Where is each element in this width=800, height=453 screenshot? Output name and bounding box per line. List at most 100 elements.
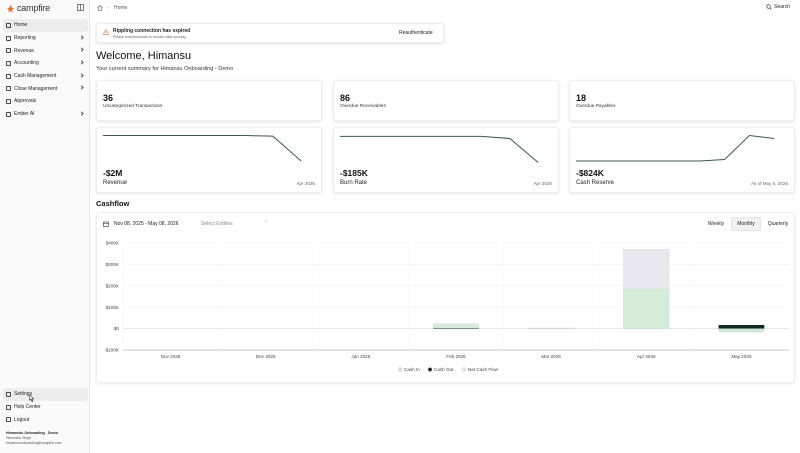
ember-ai-icon <box>6 111 11 117</box>
sidebar-item-close-management[interactable]: Close Management <box>3 82 88 95</box>
chevron-right-icon <box>79 47 84 52</box>
sidebar-item-label: Accounting <box>14 60 39 67</box>
reauthenticate-button[interactable]: Reauthenticate <box>399 30 433 36</box>
legend-label[interactable]: Net Cash Flow <box>468 367 499 372</box>
metric-date: As of May 6, 2026 <box>750 181 788 186</box>
sidebar: campfire Home Reporting Revenue Accounting C… <box>0 0 90 453</box>
metric-label: Burn Rate <box>340 180 368 186</box>
home-icon[interactable] <box>97 5 103 11</box>
sidebar-item-settings[interactable]: Settings <box>3 388 88 401</box>
sidebar-item-reporting[interactable]: Reporting <box>3 32 88 45</box>
legend-swatch <box>427 367 433 372</box>
rippling-alert: Rippling connection has expired Please r… <box>96 23 444 43</box>
sidebar-item-label: Ember AI <box>14 111 35 118</box>
sidebar-item-logout[interactable]: Logout <box>3 414 88 427</box>
cashflow-chart: $400K $300K $200K $100K $0 -$100K Nov 2025 Dec … <box>104 241 789 372</box>
select-chevron-icon[interactable]: ⌃ <box>264 220 268 226</box>
page-title: Welcome, Himansu <box>96 50 192 62</box>
net-cash-flow-bar[interactable] <box>718 325 765 329</box>
sidebar-item-cash-management[interactable]: Cash Management <box>3 70 88 83</box>
help-center-icon <box>6 404 11 410</box>
trend-line <box>102 135 302 162</box>
breadcrumb-home[interactable]: Home <box>114 5 127 11</box>
sidebar-nav: Home Reporting Revenue Accounting Cash Manag… <box>3 19 88 121</box>
stat-value: 36 <box>103 93 114 103</box>
metric-card-burn-rate[interactable]: -$185K Burn Rate Apr 2026 <box>333 127 559 193</box>
sidebar-item-approvals[interactable]: Approvals <box>3 95 88 108</box>
warning-icon <box>103 29 109 35</box>
metric-card-revenue[interactable]: -$2M Revenue Apr 2026 <box>96 127 322 193</box>
legend-label[interactable]: Cash In <box>404 367 420 372</box>
sidebar-item-label: Revenue <box>14 47 35 54</box>
legend-swatch <box>397 367 403 372</box>
cash-in-bar[interactable] <box>432 324 480 329</box>
sidebar-item-accounting[interactable]: Accounting <box>3 57 88 70</box>
brand[interactable]: campfire <box>6 3 50 13</box>
sidebar-item-label: Cash Management <box>14 73 57 80</box>
org-email: himanshuonboarding@campfire.com <box>6 441 62 445</box>
chevron-right-icon <box>79 111 84 116</box>
sidebar-item-label: Close Management <box>14 85 58 92</box>
sidebar-item-home[interactable]: Home <box>3 19 88 32</box>
cash-out-bar[interactable] <box>623 249 670 290</box>
metric-value: -$824K <box>576 168 604 178</box>
stat-label: Overdue Payables <box>576 104 616 109</box>
accounting-icon <box>6 60 11 66</box>
sidebar-item-label: Reporting <box>14 35 36 42</box>
trend-line <box>339 135 539 163</box>
home-icon <box>6 22 11 28</box>
sidebar-item-label: Home <box>14 22 28 29</box>
x-tick-label: Mar 2026 <box>541 354 561 359</box>
period-quarterly[interactable]: Quarterly <box>763 217 793 231</box>
breadcrumb-separator-icon: › <box>107 5 109 11</box>
chevron-right-icon <box>79 73 84 78</box>
org-info[interactable]: Himanshu Onboarding - Demo Himanshu Sing… <box>6 431 61 445</box>
sidebar-item-revenue[interactable]: Revenue <box>3 44 88 57</box>
stat-card-receivables[interactable]: 86 Overdue Receivables <box>333 80 559 121</box>
search-label: Search <box>774 4 790 10</box>
burn-rate-trend-line <box>339 135 539 163</box>
collapse-sidebar-icon[interactable] <box>77 4 84 11</box>
period-weekly[interactable]: Weekly <box>703 217 729 231</box>
stat-card-payables[interactable]: 18 Overdue Payables <box>569 80 795 121</box>
y-tick-label: $300K <box>106 262 120 267</box>
stat-value: 86 <box>340 93 351 103</box>
legend-label[interactable]: Cash Out <box>434 367 454 372</box>
search-button[interactable]: Search <box>766 4 790 10</box>
metric-date: Apr 2026 <box>296 181 315 186</box>
stat-label: Uncategorized Transactions <box>103 104 163 109</box>
logout-icon <box>6 417 11 423</box>
page-subtitle: Your current summary for Himansu Onboard… <box>96 66 234 72</box>
cash-out-bar[interactable] <box>432 323 480 325</box>
x-tick-label: Feb 2026 <box>446 354 466 359</box>
metric-label: Revenue <box>103 180 128 186</box>
metric-value: -$185K <box>340 168 368 178</box>
campfire-logo-icon <box>6 4 15 12</box>
period-monthly[interactable]: Monthly <box>731 217 761 231</box>
calendar-icon[interactable] <box>103 221 109 227</box>
stat-card-uncategorized[interactable]: 36 Uncategorized Transactions <box>96 80 322 121</box>
sidebar-item-help-center[interactable]: Help Center <box>3 401 88 414</box>
cashflow-title: Cashflow <box>96 199 130 208</box>
close-management-icon <box>6 86 11 92</box>
metric-card-cash-reserve[interactable]: -$824K Cash Reserve As of May 6, 2026 <box>569 127 795 193</box>
cashflow-panel: Nov 08, 2025 - May 08, 2026 Select Entit… <box>96 212 795 383</box>
sidebar-item-label: Approvals <box>14 98 37 105</box>
cash-in-bar[interactable] <box>623 288 670 329</box>
chevron-right-icon <box>79 60 84 65</box>
cash-management-icon <box>6 73 11 79</box>
stat-value: 18 <box>576 93 587 103</box>
revenue-trend-line <box>102 135 302 162</box>
metric-label: Cash Reserve <box>576 180 615 186</box>
date-range-picker[interactable]: Nov 08, 2025 - May 08, 2026 <box>114 221 179 227</box>
metric-value: -$2M <box>103 168 123 178</box>
reporting-icon <box>6 35 11 41</box>
org-name: Himanshu Onboarding - Demo <box>6 431 58 435</box>
sidebar-bottom-nav: Settings Help Center Logout <box>3 388 88 426</box>
sidebar-item-ember-ai[interactable]: Ember AI <box>3 108 88 121</box>
x-tick-label: Dec 2025 <box>256 354 276 359</box>
entity-select[interactable]: Select Entities <box>201 221 233 227</box>
net-negative-bar[interactable] <box>718 328 765 333</box>
alert-subtitle: Please reauthenticate to resolve data sy… <box>113 35 187 39</box>
topbar: › Home Search <box>90 0 800 16</box>
